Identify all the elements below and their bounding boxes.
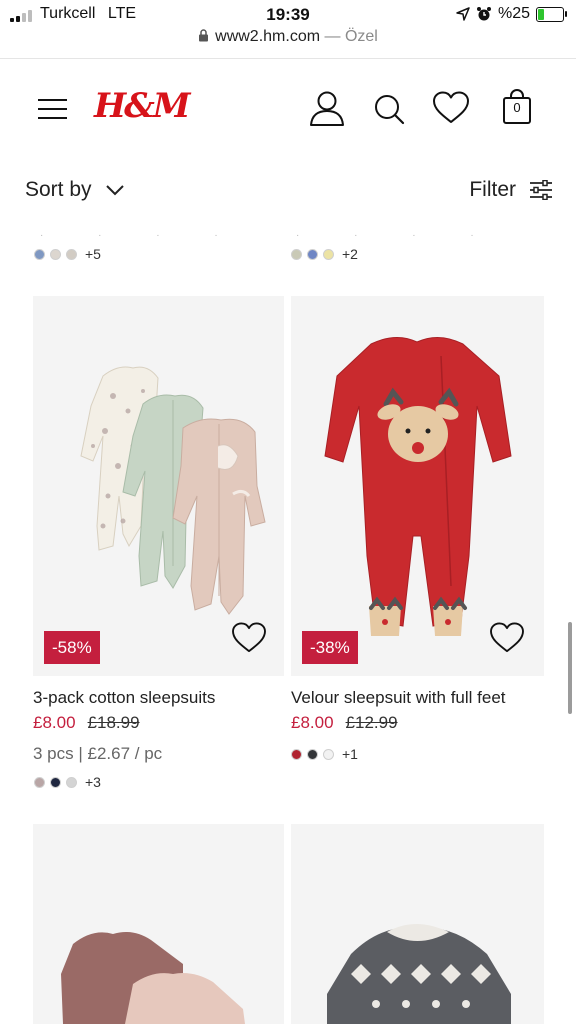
color-swatch[interactable] [50, 776, 61, 788]
color-swatch[interactable] [323, 248, 334, 260]
favorite-heart-icon[interactable] [231, 622, 267, 654]
color-swatches: +5 [34, 246, 101, 262]
filter-sliders-icon [530, 180, 552, 200]
more-colors-count: +2 [342, 246, 358, 262]
color-swatch[interactable] [50, 248, 61, 260]
product-price: £8.00 £18.99 [33, 713, 140, 733]
site-header: H&M 0 [0, 60, 576, 160]
discount-badge: -58% [44, 631, 100, 664]
scrolled-text-fragment: · · · · [296, 230, 500, 241]
product-image[interactable] [33, 824, 284, 1024]
favorite-heart-icon[interactable] [489, 622, 525, 654]
color-swatch[interactable] [291, 248, 302, 260]
color-swatch[interactable] [34, 248, 45, 260]
scrolled-text-fragment: · · · · [40, 230, 244, 241]
scrollbar[interactable] [568, 622, 572, 714]
product-image[interactable] [291, 296, 544, 676]
product-image[interactable] [291, 824, 544, 1024]
knit-tops-illustration [61, 932, 245, 1024]
heart-icon[interactable] [432, 91, 470, 125]
product-price: £8.00 £12.99 [291, 713, 398, 733]
filter-button[interactable]: Filter [469, 178, 552, 202]
sale-price: £8.00 [33, 713, 76, 732]
original-price: £12.99 [345, 713, 398, 732]
divider [0, 58, 576, 59]
discount-badge: -38% [302, 631, 358, 664]
color-swatches: +2 [291, 246, 358, 262]
color-swatch[interactable] [307, 748, 318, 760]
battery-percent: %25 [497, 5, 530, 22]
color-swatch[interactable] [66, 248, 77, 260]
sale-price: £8.00 [291, 713, 334, 732]
menu-icon[interactable] [38, 98, 68, 120]
reindeer-sleepsuit-illustration [324, 337, 512, 636]
sort-by-label: Sort by [25, 178, 92, 201]
color-swatch[interactable] [66, 776, 77, 788]
fair-isle-sweater-illustration [327, 924, 511, 1024]
pack-info: 3 pcs | £2.67 / pc [33, 744, 163, 763]
product-image[interactable] [33, 296, 284, 676]
bag-count: 0 [513, 100, 521, 115]
sleepsuits-3pack-illustration [80, 366, 266, 615]
color-swatches: +1 [291, 746, 358, 762]
filter-label: Filter [469, 178, 516, 201]
search-icon[interactable] [372, 92, 406, 126]
alarm-icon [476, 7, 491, 21]
color-swatch[interactable] [307, 248, 318, 260]
private-mode-label: — Özel [324, 28, 378, 45]
more-colors-count: +3 [85, 774, 101, 790]
sort-by-button[interactable]: Sort by [25, 178, 124, 202]
account-icon[interactable] [308, 90, 346, 128]
status-bar: Turkcell LTE 19:39 %25 [0, 0, 576, 30]
location-arrow-icon [456, 7, 470, 21]
color-swatch[interactable] [34, 776, 45, 788]
battery-icon [536, 6, 567, 22]
chevron-down-icon [105, 184, 124, 195]
url-text: www2.hm.com [215, 28, 321, 45]
color-swatch[interactable] [323, 748, 334, 760]
more-colors-count: +1 [342, 746, 358, 762]
color-swatch[interactable] [291, 748, 302, 760]
product-name[interactable]: 3-pack cotton sleepsuits [33, 688, 215, 708]
color-swatches: +3 [34, 774, 101, 790]
hm-logo[interactable]: H&M [94, 86, 190, 126]
lock-icon [199, 29, 209, 42]
status-right: %25 [456, 5, 567, 23]
product-name[interactable]: Velour sleepsuit with full feet [291, 688, 506, 708]
url-bar[interactable]: www2.hm.com — Özel [0, 28, 576, 46]
original-price: £18.99 [87, 713, 140, 732]
more-colors-count: +5 [85, 246, 101, 262]
